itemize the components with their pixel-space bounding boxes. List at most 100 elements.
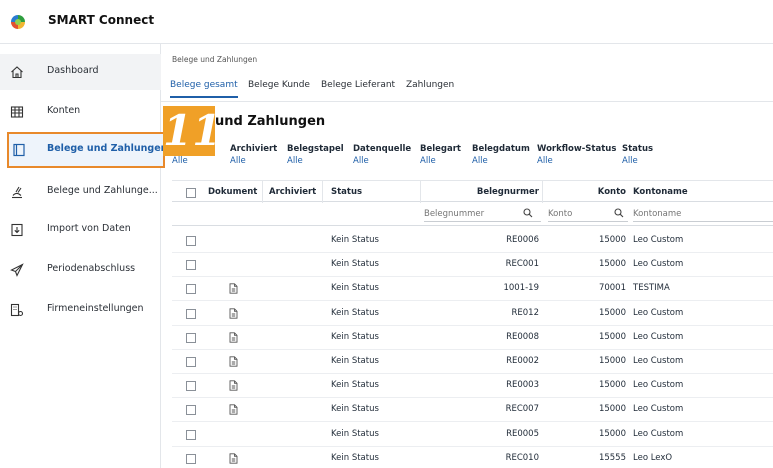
column-resize-handle[interactable] — [322, 181, 323, 203]
table-row[interactable]: Kein Status RE012 15000 Leo Custom — [172, 302, 773, 326]
cell-belegnummer: REC007 — [505, 404, 539, 415]
tab-belege-gesamt[interactable]: Belege gesamt — [170, 80, 238, 98]
select-all-checkbox[interactable] — [186, 188, 196, 198]
sidebar-item-import-von-daten[interactable]: Import von Daten — [0, 212, 161, 248]
filter-label — [172, 144, 188, 154]
column-header-kontoname[interactable]: Kontoname — [633, 187, 688, 197]
filter-status[interactable]: Status Alle — [622, 144, 653, 166]
row-checkbox[interactable] — [186, 332, 196, 343]
attachment-document-icon[interactable] — [229, 404, 238, 416]
column-resize-handle[interactable] — [420, 181, 421, 203]
row-checkbox[interactable] — [186, 381, 196, 392]
filter-value: Alle — [230, 156, 246, 166]
cell-kontoname: Leo Custom — [633, 380, 684, 391]
cell-konto: 70001 — [598, 283, 626, 294]
row-checkbox[interactable] — [186, 308, 196, 319]
kontoname-search-input[interactable] — [633, 206, 773, 222]
filter-datenquelle[interactable]: Datenquelle Alle — [353, 144, 411, 166]
import-icon — [11, 223, 23, 237]
table-row[interactable]: Kein Status REC007 15000 Leo Custom — [172, 398, 773, 423]
cell-kontoname: TESTIMA — [633, 283, 670, 294]
table-row[interactable]: Kein Status REC010 15555 Leo LexO — [172, 447, 773, 468]
filter-label: Status — [622, 144, 654, 154]
cell-konto: 15555 — [598, 452, 626, 463]
cell-status: Kein Status — [331, 307, 379, 318]
table-row[interactable]: Kein Status 1001-19 70001 TESTIMA — [172, 277, 773, 302]
column-header-konto[interactable]: Konto — [546, 187, 626, 197]
row-checkbox[interactable] — [186, 284, 196, 295]
attachment-document-icon[interactable] — [229, 380, 238, 391]
column-header-archiviert[interactable]: Archiviert — [269, 187, 316, 197]
row-checkbox[interactable] — [186, 405, 196, 416]
sidebar-item-periodenabschluss[interactable]: Periodenabschluss — [0, 252, 161, 288]
filter-label: Datenquelle — [353, 144, 412, 154]
attachment-document-icon[interactable] — [229, 283, 238, 295]
filter-value: Alle — [172, 156, 188, 166]
cell-konto: 15000 — [598, 404, 626, 415]
sidebar-item-firmeneinstellungen[interactable]: Firmeneinstellungen — [0, 292, 161, 328]
filter-value: Alle — [537, 156, 553, 166]
cell-status: Kein Status — [331, 452, 379, 463]
page-title: und Zahlungen — [215, 114, 326, 129]
filter-workflow-status[interactable]: Workflow-Status Alle — [537, 144, 616, 166]
cell-kontoname: Leo Custom — [633, 259, 684, 270]
table-row[interactable]: Kein Status RE0002 15000 Leo Custom — [172, 350, 773, 374]
row-checkbox[interactable] — [186, 453, 196, 464]
row-checkbox[interactable] — [186, 357, 196, 367]
attachment-document-icon[interactable] — [229, 356, 238, 367]
filter-bar: Alle Archiviert Alle Belegstapel Alle Da… — [172, 144, 772, 170]
column-header-status[interactable]: Status — [331, 187, 362, 197]
tab-belege-kunde[interactable]: Belege Kunde — [248, 80, 310, 96]
filter-belegstapel[interactable]: Belegstapel Alle — [287, 144, 344, 166]
filter-value: Alle — [622, 156, 638, 166]
cell-konto: 15000 — [598, 235, 626, 245]
attachment-document-icon[interactable] — [229, 307, 238, 319]
column-resize-handle[interactable] — [262, 181, 263, 203]
row-checkbox[interactable] — [186, 260, 196, 271]
cell-status: Kein Status — [331, 380, 379, 391]
cell-kontoname: Leo Custom — [633, 404, 684, 415]
row-checkbox[interactable] — [186, 429, 196, 440]
app-title: SMART Connect — [48, 13, 155, 27]
filter-belegart[interactable]: Belegart Alle — [420, 144, 461, 166]
sidebar-item-konten[interactable]: Konten — [0, 94, 161, 130]
table-row[interactable]: Kein Status RE0008 15000 Leo Custom — [172, 326, 773, 350]
sidebar-item-dashboard[interactable]: Dashboard — [0, 54, 161, 90]
cell-kontoname: Leo Custom — [633, 428, 684, 439]
sidebar: Dashboard Konten Belege und Zahlungen Be… — [0, 44, 167, 468]
table-row[interactable]: Kein Status RE0003 15000 Leo Custom — [172, 374, 773, 399]
cell-status: Kein Status — [331, 283, 379, 294]
filter-label: Belegstapel — [287, 144, 344, 154]
filter-label: Belegdatum — [472, 144, 530, 154]
filter-value: Alle — [472, 156, 488, 166]
filter-label: Workflow-Status — [537, 144, 617, 154]
search-icon[interactable] — [523, 208, 533, 218]
cell-status: Kein Status — [331, 404, 379, 415]
table-row[interactable]: Kein Status RE0005 15000 Leo Custom — [172, 423, 773, 447]
filter-archiviert[interactable]: Archiviert Alle — [230, 144, 277, 166]
table-row[interactable]: Kein Status RE0006 15000 Leo Custom — [172, 229, 773, 253]
table-row[interactable]: Kein Status REC001 15000 Leo Custom — [172, 253, 773, 278]
tabs-divider — [161, 101, 773, 102]
title-bar: SMART Connect — [0, 0, 773, 44]
search-icon[interactable] — [614, 208, 624, 218]
cell-belegnummer: RE012 — [511, 307, 539, 318]
sidebar-item-belege-und-zahlungen-2[interactable]: Belege und Zahlunge... — [0, 174, 161, 210]
table-header: Dokument Archiviert Status Belegnurmer K… — [172, 180, 773, 203]
filter-label: Archiviert — [230, 144, 278, 154]
attachment-document-icon[interactable] — [229, 332, 238, 343]
cell-kontoname: Leo Custom — [633, 331, 684, 342]
cell-belegnummer: REC010 — [505, 452, 539, 463]
filter-belegdatum[interactable]: Belegdatum Alle — [472, 144, 530, 166]
tab-zahlungen[interactable]: Zahlungen — [406, 80, 454, 96]
row-checkbox[interactable] — [186, 236, 196, 246]
filter-first[interactable]: Alle — [172, 144, 188, 166]
breadcrumb: Belege und Zahlungen — [172, 55, 258, 64]
cell-kontoname: Leo Custom — [633, 235, 684, 245]
column-header-belegnummer[interactable]: Belegnurmer — [422, 187, 539, 197]
sidebar-item-belege-und-zahlungen[interactable]: Belege und Zahlungen — [7, 132, 167, 168]
column-resize-handle[interactable] — [542, 181, 543, 203]
column-header-dokument[interactable]: Dokument — [208, 187, 257, 197]
tab-belege-lieferant[interactable]: Belege Lieferant — [321, 80, 395, 96]
attachment-document-icon[interactable] — [229, 453, 238, 464]
